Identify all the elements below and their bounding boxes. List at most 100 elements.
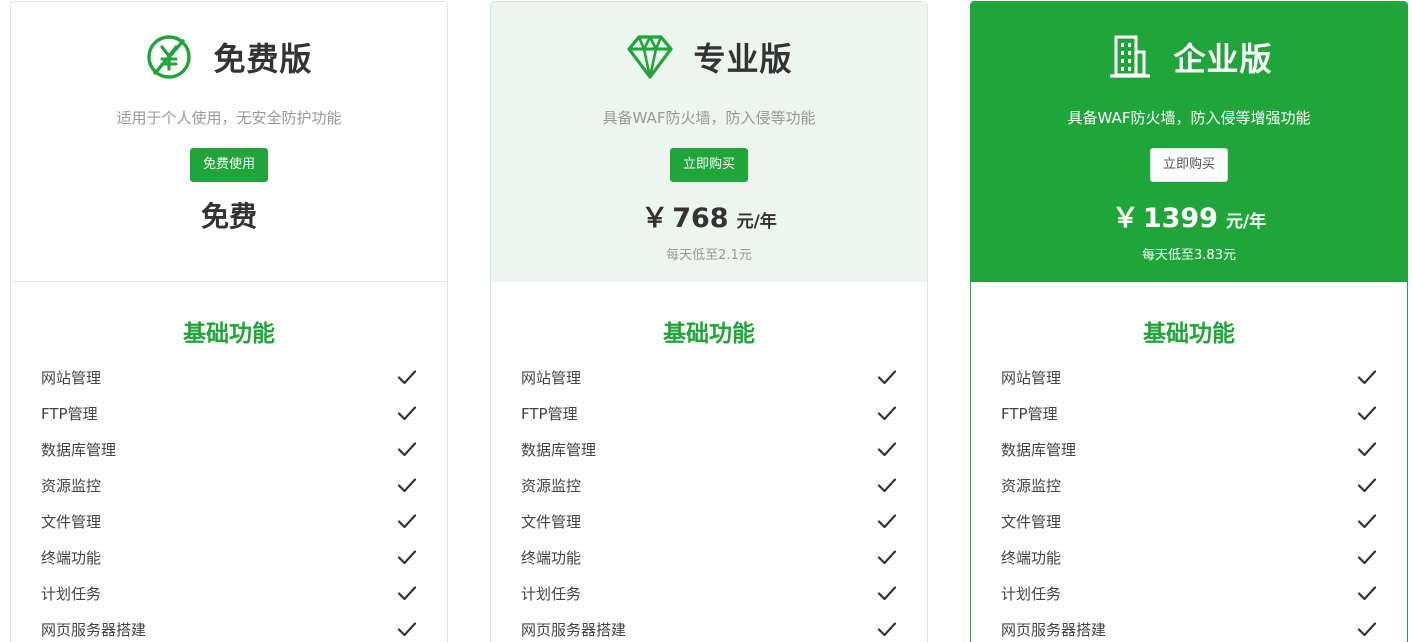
check-icon <box>397 367 419 387</box>
features-section-title: 基础功能 <box>663 321 755 347</box>
feature-item: 文件管理 <box>999 503 1379 539</box>
plan-price: ￥ 1399 元/年 <box>971 196 1407 235</box>
check-icon <box>397 583 419 603</box>
feature-item: 资源监控 <box>999 467 1379 503</box>
feature-item: FTP管理 <box>999 395 1379 431</box>
feature-label: 文件管理 <box>1001 512 1062 531</box>
feature-item: 数据库管理 <box>999 431 1379 467</box>
feature-label: 资源监控 <box>41 476 102 495</box>
feature-item: 网页服务器搭建 <box>999 611 1379 642</box>
price-note: 每天低至3.83元 <box>1142 248 1236 263</box>
feature-item: 资源监控 <box>519 467 899 503</box>
feature-label: 网页服务器搭建 <box>521 620 627 639</box>
feature-item: 文件管理 <box>519 503 899 539</box>
plan-title-row: 专业版 <box>491 32 927 82</box>
check-icon <box>397 439 419 459</box>
building-icon <box>1105 32 1155 82</box>
feature-item: 网站管理 <box>999 359 1379 395</box>
feature-item: 网站管理 <box>39 359 419 395</box>
check-icon <box>1357 475 1379 495</box>
plan-header-enterprise: 企业版 具备WAF防火墙，防入侵等增强功能 立即购买 ￥ 1399 元/年 每天… <box>971 2 1407 282</box>
plan-description: 具备WAF防火墙，防入侵等增强功能 <box>1067 109 1311 127</box>
plan-card-pro: 专业版 具备WAF防火墙，防入侵等功能 立即购买 ￥ 768 元/年 每天低至2… <box>490 1 928 642</box>
check-icon <box>397 547 419 567</box>
plan-name: 免费版 <box>213 40 313 78</box>
feature-item: 网页服务器搭建 <box>39 611 419 642</box>
check-icon <box>1357 583 1379 603</box>
feature-item: 网站管理 <box>519 359 899 395</box>
feature-label: 计划任务 <box>41 584 102 603</box>
feature-item: FTP管理 <box>39 395 419 431</box>
check-icon <box>877 583 899 603</box>
feature-label: 网站管理 <box>521 368 582 387</box>
feature-item: 网页服务器搭建 <box>519 611 899 642</box>
plan-price: ￥ 768 元/年 <box>491 196 927 235</box>
feature-label: 网站管理 <box>41 368 102 387</box>
feature-label: 数据库管理 <box>1001 440 1077 459</box>
feature-label: 计划任务 <box>521 584 582 603</box>
plan-header-pro: 专业版 具备WAF防火墙，防入侵等功能 立即购买 ￥ 768 元/年 每天低至2… <box>491 2 927 282</box>
feature-list: 网站管理 FTP管理数据库管理资源监控文件管理终端功能计划任务网页服务器搭建 <box>39 359 419 642</box>
feature-label: 终端功能 <box>521 548 582 567</box>
check-icon <box>877 547 899 567</box>
feature-label: FTP管理 <box>521 404 578 423</box>
plan-card-free: 免费版 适用于个人使用，无安全防护功能 免费使用 免费 基础功能 网站管理 FTP… <box>10 1 448 642</box>
check-icon <box>877 439 899 459</box>
feature-list: 网站管理 FTP管理数据库管理资源监控文件管理终端功能计划任务网页服务器搭建 <box>999 359 1379 642</box>
features-section-title: 基础功能 <box>183 321 275 347</box>
check-icon <box>1357 619 1379 639</box>
feature-label: FTP管理 <box>41 404 98 423</box>
check-icon <box>1357 511 1379 531</box>
feature-item: 文件管理 <box>39 503 419 539</box>
price-unit: 元/年 <box>1225 212 1267 232</box>
feature-label: 网页服务器搭建 <box>41 620 147 639</box>
plan-name: 企业版 <box>1173 40 1273 78</box>
feature-list: 网站管理 FTP管理数据库管理资源监控文件管理终端功能计划任务网页服务器搭建 <box>519 359 899 642</box>
price-note: 每天低至2.1元 <box>666 248 752 263</box>
check-icon <box>877 511 899 531</box>
feature-label: 文件管理 <box>41 512 102 531</box>
check-icon <box>1357 367 1379 387</box>
feature-label: 网站管理 <box>1001 368 1062 387</box>
feature-label: 资源监控 <box>1001 476 1062 495</box>
free-use-button[interactable]: 免费使用 <box>189 148 269 182</box>
plan-description: 具备WAF防火墙，防入侵等功能 <box>602 109 816 127</box>
check-icon <box>1357 403 1379 423</box>
feature-item: 终端功能 <box>519 539 899 575</box>
plan-title-row: 免费版 <box>11 32 447 82</box>
plan-header-free: 免费版 适用于个人使用，无安全防护功能 免费使用 免费 <box>11 2 447 282</box>
check-icon <box>397 511 419 531</box>
feature-label: 网页服务器搭建 <box>1001 620 1107 639</box>
no-yen-icon <box>145 32 195 82</box>
feature-label: 终端功能 <box>41 548 102 567</box>
feature-label: 计划任务 <box>1001 584 1062 603</box>
price-amount: 1399 <box>1142 203 1218 234</box>
feature-label: 终端功能 <box>1001 548 1062 567</box>
feature-label: 数据库管理 <box>521 440 597 459</box>
check-icon <box>397 619 419 639</box>
buy-now-button-pro[interactable]: 立即购买 <box>669 148 749 182</box>
check-icon <box>1357 439 1379 459</box>
feature-label: FTP管理 <box>1001 404 1058 423</box>
plan-price: 免费 <box>200 200 257 233</box>
feature-item: 数据库管理 <box>39 431 419 467</box>
features-section-title: 基础功能 <box>1143 321 1235 347</box>
check-icon <box>397 475 419 495</box>
check-icon <box>877 619 899 639</box>
price-unit: 元/年 <box>736 212 777 232</box>
buy-now-button-enterprise[interactable]: 立即购买 <box>1149 148 1229 182</box>
price-amount: 768 <box>672 203 729 234</box>
plan-card-enterprise: 企业版 具备WAF防火墙，防入侵等增强功能 立即购买 ￥ 1399 元/年 每天… <box>970 1 1408 642</box>
check-icon <box>1357 547 1379 567</box>
feature-item: 资源监控 <box>39 467 419 503</box>
feature-label: 资源监控 <box>521 476 582 495</box>
feature-item: FTP管理 <box>519 395 899 431</box>
feature-label: 数据库管理 <box>41 440 117 459</box>
feature-label: 文件管理 <box>521 512 582 531</box>
plan-description: 适用于个人使用，无安全防护功能 <box>116 109 342 127</box>
check-icon <box>877 475 899 495</box>
feature-item: 计划任务 <box>519 575 899 611</box>
feature-item: 计划任务 <box>39 575 419 611</box>
plan-title-row: 企业版 <box>971 32 1407 82</box>
diamond-icon <box>625 32 675 82</box>
